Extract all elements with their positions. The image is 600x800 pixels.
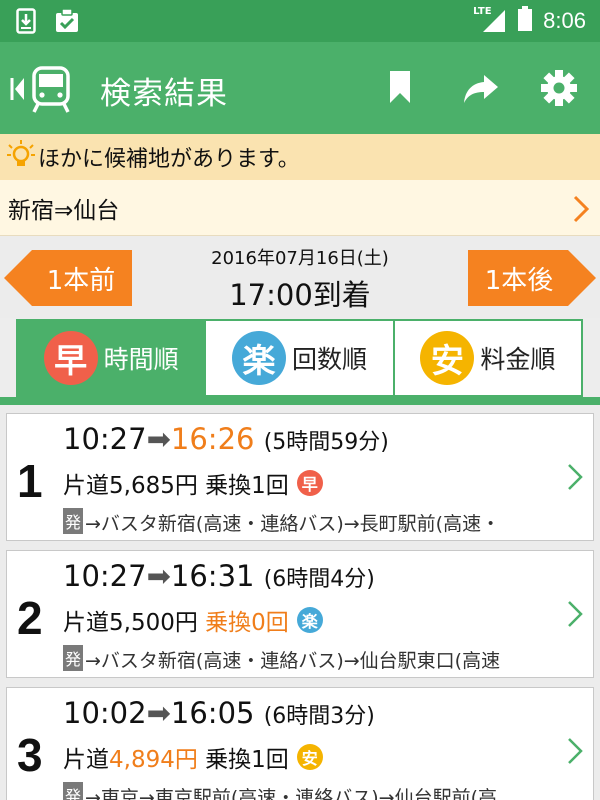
departure-marker: 発 [63,645,84,671]
arrow-icon: ➡ [146,696,171,730]
easy-badge-icon: 楽 [231,331,286,385]
previous-train-button[interactable]: 1本前 [4,250,132,306]
arrival-time: 16:05 [170,696,255,730]
fast-badge-icon: 早 [296,470,323,496]
tab-underline [0,397,600,405]
tab-sort-by-fare[interactable]: 安 料金順 [394,319,583,397]
result-rank: 1 [17,455,43,507]
share-icon[interactable] [462,73,500,111]
arrival-time: 16:26 [170,422,255,456]
transfer-count: 乗換0回 [205,610,289,636]
fare: 4,894円 [109,747,198,773]
tab-label: 料金順 [480,345,556,374]
result-times: 10:27➡16:26 (5時間59分) [63,422,389,456]
tab-label: 回数順 [291,345,367,374]
departure-marker: 発 [63,508,84,534]
chevron-right-icon [567,599,583,633]
route-summary: 発 →バスタ新宿(高速・連絡バス)→長町駅前(高速・ [63,508,553,536]
alternative-location-notice[interactable]: ほかに候補地があります。 [0,134,600,180]
search-date: 2016年07月16日(土) [211,248,389,269]
status-time: 8:06 [543,8,586,33]
cheap-badge-icon: 安 [296,744,323,770]
result-card[interactable]: 2 10:27➡16:31 (6時間4分) 片道5,500円 乗換0回 楽 発 →… [6,550,594,678]
fast-badge-icon: 早 [43,331,98,385]
arrival-time: 16:31 [170,559,255,593]
battery-icon [517,6,533,36]
duration: (6時間4分) [263,567,375,592]
tab-sort-by-time[interactable]: 早 時間順 [16,319,207,397]
download-notification-icon [16,8,36,38]
arrow-icon: ➡ [146,422,171,456]
results-list: 1 10:27➡16:26 (5時間59分) 片道5,685円 乗換1回 早 発… [0,405,600,800]
result-rank: 3 [17,729,43,781]
fare-prefix: 片道 [63,747,109,773]
route-text: →バスタ新宿(高速・連絡バス)→仙台駅東口(高速 [85,650,501,672]
chevron-right-icon [572,194,590,230]
back-train-icon[interactable] [10,64,74,118]
transfer-count: 乗換1回 [205,747,289,773]
transfer-count: 乗換1回 [205,473,289,499]
duration: (5時間59分) [263,430,389,455]
lightbulb-icon [6,139,36,175]
date-navigation: 1本前 2016年07月16日(土) 17:00到着 1本後 [0,236,600,318]
departure-time: 10:27 [63,422,147,456]
fare: 片道5,685円 [63,473,198,499]
departure-marker: 発 [63,782,84,800]
result-fare: 片道5,685円 乗換1回 早 [63,466,323,500]
clipboard-check-icon [54,8,80,38]
bookmark-icon[interactable] [388,69,412,109]
app-bar: 検索結果 [0,42,600,134]
settings-gear-icon[interactable] [540,69,578,111]
arrival-time: 17:00到着 [229,278,371,312]
result-times: 10:02➡16:05 (6時間3分) [63,696,375,730]
result-fare: 片道5,500円 乗換0回 楽 [63,603,323,637]
route-text: 新宿⇒仙台 [8,197,120,224]
page-title: 検索結果 [100,76,228,112]
route-text: →東京→東京駅前(高速・連絡バス)→仙台駅前(高 [85,787,498,800]
duration: (6時間3分) [263,704,375,729]
route-summary: 発 →バスタ新宿(高速・連絡バス)→仙台駅東口(高速 [63,645,553,673]
status-bar: LTE 8:06 [0,0,600,42]
lte-signal-icon: LTE [473,6,507,34]
result-fare: 片道 4,894円 乗換1回 安 [63,740,323,774]
result-card[interactable]: 3 10:02➡16:05 (6時間3分) 片道 4,894円 乗換1回 安 発 →… [6,687,594,800]
departure-time: 10:27 [63,559,147,593]
next-train-button[interactable]: 1本後 [468,250,596,306]
result-rank: 2 [17,592,43,644]
tab-label: 時間順 [103,345,179,374]
chevron-right-icon [567,736,583,770]
departure-time: 10:02 [63,696,147,730]
route-text: →バスタ新宿(高速・連絡バス)→長町駅前(高速・ [85,513,501,535]
notice-text: ほかに候補地があります。 [38,147,300,172]
result-card[interactable]: 1 10:27➡16:26 (5時間59分) 片道5,685円 乗換1回 早 発… [6,413,594,541]
next-train-label: 1本後 [484,265,554,296]
arrow-icon: ➡ [146,559,171,593]
fare: 片道5,500円 [63,610,198,636]
chevron-right-icon [567,462,583,496]
easy-badge-icon: 楽 [296,607,323,633]
route-summary: 発 →東京→東京駅前(高速・連絡バス)→仙台駅前(高 [63,782,553,800]
previous-train-label: 1本前 [46,265,116,296]
cheap-badge-icon: 安 [420,331,475,385]
sort-tabs: 早 時間順 楽 回数順 安 料金順 [16,319,583,397]
result-times: 10:27➡16:31 (6時間4分) [63,559,375,593]
tab-sort-by-transfers[interactable]: 楽 回数順 [206,319,395,397]
route-selector[interactable]: 新宿⇒仙台 [0,180,600,236]
